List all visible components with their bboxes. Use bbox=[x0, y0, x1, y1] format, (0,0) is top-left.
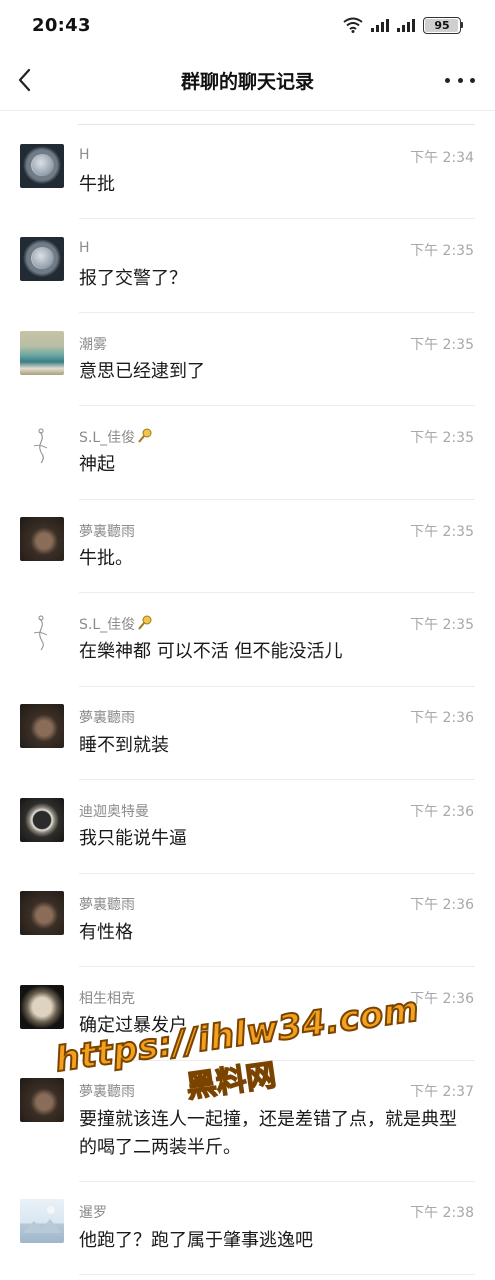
cellular-signal-icon bbox=[371, 18, 389, 32]
sender-name: H bbox=[79, 240, 90, 256]
message-text: 报了交警了？ bbox=[79, 268, 187, 289]
message-text: 在樂神都 可以不活 但不能没活儿 bbox=[79, 641, 343, 662]
message-time: 下午 2:35 bbox=[410, 430, 474, 446]
list-item[interactable]: 夢裏聽雨 下午 2:36 有性格 bbox=[0, 874, 495, 967]
message-time: 下午 2:36 bbox=[410, 710, 474, 726]
avatar[interactable] bbox=[20, 1199, 64, 1243]
message-text: 有性格 bbox=[79, 922, 133, 943]
message-time: 下午 2:34 bbox=[410, 150, 474, 166]
sender-name: 夢裏聽雨 bbox=[79, 710, 135, 726]
message-time: 下午 2:35 bbox=[410, 337, 474, 353]
message-text: 确定过暴发户 bbox=[79, 1015, 187, 1036]
sender-name: 夢裏聽雨 bbox=[79, 897, 135, 913]
cellular-signal-icon bbox=[397, 18, 415, 32]
list-item[interactable]: H 下午 2:35 报了交警了？ bbox=[0, 219, 495, 313]
sketch-figure-icon bbox=[33, 615, 48, 651]
message-time: 下午 2:36 bbox=[410, 804, 474, 820]
message-text: 睡不到就装 bbox=[79, 735, 169, 756]
battery-percent: 95 bbox=[434, 18, 450, 32]
page-title: 群聊的聊天记录 bbox=[180, 70, 314, 93]
sender-name: 暹罗 bbox=[79, 1205, 107, 1221]
avatar[interactable] bbox=[20, 1078, 64, 1122]
wifi-icon bbox=[343, 17, 363, 33]
message-text: 他跑了？跑了属于肇事逃逸吧 bbox=[79, 1230, 313, 1251]
message-time: 下午 2:36 bbox=[410, 991, 474, 1007]
message-time: 下午 2:36 bbox=[410, 897, 474, 913]
avatar[interactable] bbox=[20, 424, 64, 468]
status-bar: 20:43 95 bbox=[0, 0, 495, 50]
sketch-figure-icon bbox=[33, 428, 48, 464]
message-text: 要撞就该连人一起撞，还是差错了点，就是典型的喝了二两装半斤。 bbox=[79, 1109, 457, 1158]
more-button[interactable] bbox=[445, 68, 475, 92]
avatar[interactable] bbox=[20, 985, 64, 1029]
message-time: 下午 2:35 bbox=[410, 617, 474, 633]
sender-name: 迪迦奥特曼 bbox=[79, 804, 149, 820]
sender-name: 潮雾 bbox=[79, 337, 107, 353]
sender-name: H bbox=[79, 147, 90, 163]
list-item[interactable]: 迪迦奥特曼 下午 2:36 我只能说牛逼 bbox=[0, 780, 495, 874]
landscape-icon bbox=[22, 1206, 62, 1233]
message-time: 下午 2:35 bbox=[410, 524, 474, 540]
message-time: 下午 2:35 bbox=[410, 243, 474, 259]
list-item[interactable]: 夢裏聽雨 下午 2:35 牛批。 bbox=[0, 500, 495, 593]
list-item[interactable]: H 下午 2:34 牛批 bbox=[0, 125, 495, 219]
list-item[interactable]: S.L_佳俊 下午 2:35 在樂神都 可以不活 但不能没活儿 bbox=[0, 593, 495, 687]
chevron-left-icon bbox=[18, 68, 31, 92]
message-text: 神起 bbox=[79, 454, 115, 475]
avatar[interactable] bbox=[20, 517, 64, 561]
sender-name: 相生相克 bbox=[79, 991, 135, 1007]
battery-icon: 95 bbox=[423, 16, 463, 34]
more-dots-icon bbox=[445, 77, 450, 83]
message-text: 牛批。 bbox=[79, 548, 133, 569]
sender-name: S.L_佳俊 bbox=[79, 617, 136, 633]
nav-bar: 群聊的聊天记录 bbox=[0, 50, 495, 111]
message-time: 下午 2:38 bbox=[410, 1205, 474, 1221]
list-item[interactable]: 夢裏聽雨 下午 2:36 睡不到就装 bbox=[0, 687, 495, 780]
avatar[interactable] bbox=[20, 798, 64, 842]
status-icons: 95 bbox=[343, 16, 463, 34]
avatar[interactable] bbox=[20, 237, 64, 281]
list-item[interactable]: 夢裏聽雨 下午 2:37 要撞就该连人一起撞，还是差错了点，就是典型的喝了二两装… bbox=[0, 1061, 495, 1182]
battery-level: 95 bbox=[423, 16, 461, 34]
sender-name: 夢裏聽雨 bbox=[79, 1084, 135, 1100]
avatar[interactable] bbox=[20, 704, 64, 748]
message-text: 我只能说牛逼 bbox=[79, 828, 187, 849]
avatar[interactable] bbox=[20, 331, 64, 375]
badge-icon bbox=[138, 428, 152, 443]
back-button[interactable] bbox=[12, 64, 40, 96]
sender-name: 夢裏聽雨 bbox=[79, 524, 135, 540]
status-time: 20:43 bbox=[32, 14, 91, 36]
avatar[interactable] bbox=[20, 891, 64, 935]
message-text: 牛批 bbox=[79, 174, 115, 195]
list-item[interactable]: S.L_佳俊 下午 2:35 神起 bbox=[0, 406, 495, 500]
message-time: 下午 2:37 bbox=[410, 1084, 474, 1100]
avatar[interactable] bbox=[20, 144, 64, 188]
list-item[interactable]: 暹罗 下午 2:38 他跑了？跑了属于肇事逃逸吧 bbox=[0, 1182, 495, 1275]
sender-name: S.L_佳俊 bbox=[79, 430, 136, 446]
avatar[interactable] bbox=[20, 611, 64, 655]
message-text: 意思已经逮到了 bbox=[79, 361, 205, 382]
list-item[interactable]: 相生相克 下午 2:36 确定过暴发户 bbox=[0, 967, 495, 1061]
badge-icon bbox=[138, 615, 152, 630]
divider bbox=[79, 1274, 475, 1275]
list-item[interactable]: 潮雾 下午 2:35 意思已经逮到了 bbox=[0, 313, 495, 406]
